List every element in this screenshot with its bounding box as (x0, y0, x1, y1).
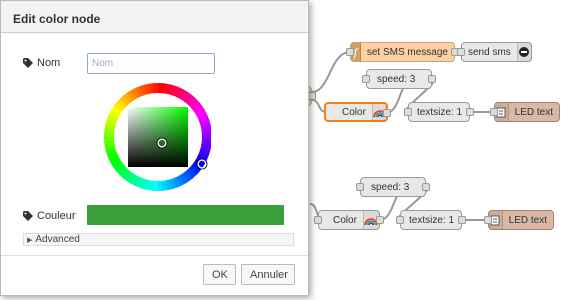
name-input[interactable] (87, 53, 215, 74)
hue-ring-segment (104, 136, 115, 142)
output-port[interactable] (458, 216, 466, 224)
input-port[interactable] (346, 48, 354, 56)
input-port[interactable] (404, 108, 412, 116)
hue-ring-segment (153, 83, 159, 94)
input-port[interactable] (484, 216, 492, 224)
node-label: send sms (468, 46, 511, 58)
input-port[interactable] (490, 108, 498, 116)
node-speed-1[interactable]: speed: 3 (362, 69, 436, 89)
node-send-sms[interactable]: send sms (457, 42, 532, 62)
output-port[interactable] (383, 109, 391, 117)
hue-ring-segment (201, 132, 211, 138)
advanced-section-toggle[interactable]: ▶ Advanced (23, 233, 294, 246)
output-port[interactable] (422, 183, 430, 191)
edit-color-dialog: Edit color node Nom Couleu (0, 0, 309, 296)
hue-ring-segment (157, 180, 163, 191)
node-label: Color (333, 214, 357, 226)
node-label: LED text (514, 106, 553, 118)
node-label: Color (342, 106, 366, 118)
color-row: Couleur (23, 210, 76, 222)
value-gradient (128, 107, 188, 167)
sms-icon (516, 43, 531, 61)
node-label: textsize: 1 (417, 106, 463, 118)
node-led-text-1[interactable]: LED text (490, 102, 560, 122)
input-port[interactable] (457, 48, 465, 56)
node-color-1[interactable]: Color (324, 102, 391, 122)
name-label: Nom (23, 57, 60, 69)
input-port[interactable] (356, 183, 364, 191)
dialog-footer: OK Annuler (1, 255, 308, 295)
node-speed-2[interactable]: speed: 3 (356, 177, 430, 197)
input-port[interactable] (396, 216, 404, 224)
node-label: speed: 3 (377, 73, 416, 85)
node-label: LED text (508, 214, 547, 226)
tag-icon (23, 58, 33, 68)
input-port[interactable] (314, 216, 322, 224)
node-set-sms[interactable]: f set SMS message (346, 42, 459, 62)
name-row: Nom (23, 57, 60, 69)
color-label: Couleur (23, 210, 76, 222)
dialog-title: Edit color node (1, 1, 308, 33)
color-preview-bar[interactable] (87, 205, 284, 225)
node-label: speed: 3 (371, 181, 410, 193)
ok-button[interactable]: OK (203, 264, 236, 285)
node-led-text-2[interactable]: LED text (484, 210, 554, 230)
caret-right-icon: ▶ (27, 236, 33, 244)
output-port[interactable] (376, 216, 384, 224)
node-color-2[interactable]: Color (314, 210, 384, 230)
input-port[interactable] (362, 75, 370, 83)
node-textsize-2[interactable]: textsize: 1 (396, 210, 466, 230)
color-label-text: Couleur (37, 210, 76, 222)
node-textsize-1[interactable]: textsize: 1 (404, 102, 474, 122)
output-port[interactable] (308, 92, 316, 100)
color-wheel-picker[interactable] (101, 83, 211, 195)
node-label: textsize: 1 (409, 214, 455, 226)
cancel-button[interactable]: Annuler (241, 264, 295, 285)
advanced-label: Advanced (35, 234, 80, 245)
name-label-text: Nom (37, 57, 61, 69)
tag-icon (23, 211, 33, 221)
output-port[interactable] (428, 75, 436, 83)
node-label: set SMS message (366, 46, 448, 58)
wire (311, 51, 351, 93)
output-port[interactable] (466, 108, 474, 116)
